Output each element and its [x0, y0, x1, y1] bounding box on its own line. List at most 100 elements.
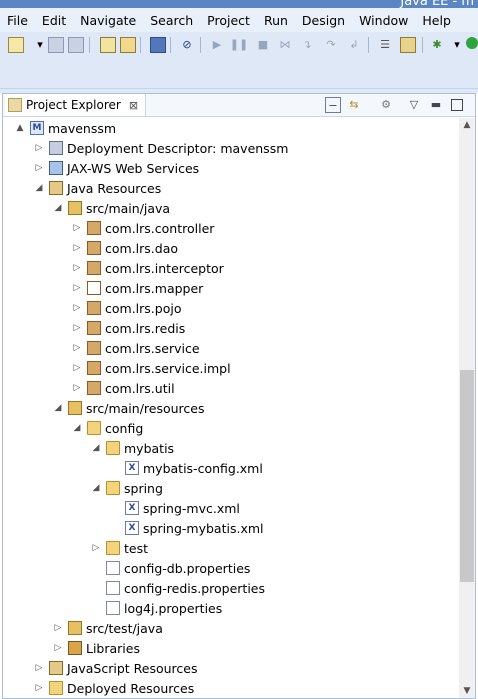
- terminate-icon[interactable]: ■: [256, 37, 270, 51]
- tree-item[interactable]: ▲ Mmavenssm: [15, 118, 117, 138]
- step-return-icon[interactable]: ↲: [347, 37, 361, 51]
- expand-toggle-icon[interactable]: ▷: [72, 223, 82, 233]
- expand-toggle-icon[interactable]: ▷: [53, 623, 63, 633]
- tree-item[interactable]: config-db.properties: [91, 558, 250, 578]
- expand-toggle-icon[interactable]: ▷: [72, 243, 82, 253]
- tree-item[interactable]: ▷ com.lrs.dao: [72, 238, 178, 258]
- tree-item[interactable]: ◢ Java Resources: [34, 178, 162, 198]
- tree-item[interactable]: Xspring-mybatis.xml: [110, 518, 264, 538]
- tree-item[interactable]: ◢ src/main/resources: [53, 398, 205, 418]
- expand-toggle-icon[interactable]: ▷: [34, 163, 44, 173]
- tree-item[interactable]: ▷ com.lrs.redis: [72, 318, 186, 338]
- tree-item[interactable]: log4j.properties: [91, 598, 222, 618]
- open-type-icon[interactable]: [120, 37, 136, 53]
- tree-item[interactable]: ▷ JAX-WS Web Services: [34, 158, 200, 178]
- menu-design[interactable]: Design: [295, 13, 352, 28]
- expand-toggle-icon[interactable]: ▷: [53, 643, 63, 653]
- expand-toggle-icon[interactable]: ▷: [72, 363, 82, 373]
- resume-icon[interactable]: ▶: [210, 37, 224, 51]
- xml-file-icon: X: [125, 521, 139, 535]
- tree-item[interactable]: ◢ config: [72, 418, 144, 438]
- menu-help[interactable]: Help: [415, 13, 458, 28]
- tab-project-explorer[interactable]: Project Explorer ⊠: [5, 94, 146, 116]
- expand-toggle-icon[interactable]: ◢: [91, 443, 101, 453]
- vertical-scrollbar[interactable]: ▲ ▼: [459, 118, 475, 698]
- menu-window[interactable]: Window: [352, 13, 415, 28]
- expand-toggle-icon[interactable]: ▷: [72, 263, 82, 273]
- save-icon[interactable]: [48, 37, 64, 53]
- expand-toggle-icon[interactable]: ▷: [34, 663, 44, 673]
- scrollbar-thumb[interactable]: [460, 370, 474, 582]
- menu-navigate[interactable]: Navigate: [73, 13, 143, 28]
- tree-item[interactable]: ◢ spring: [91, 478, 163, 498]
- minimize-icon[interactable]: ▬: [429, 97, 443, 111]
- tree-item[interactable]: ▷ com.lrs.mapper: [72, 278, 204, 298]
- expand-toggle-icon[interactable]: ▷: [34, 683, 44, 693]
- expand-toggle-icon[interactable]: ▷: [34, 143, 44, 153]
- menu-project[interactable]: Project: [200, 13, 257, 28]
- console-icon[interactable]: [150, 37, 166, 53]
- tree-item[interactable]: ▷ Libraries: [53, 638, 140, 658]
- menu-file[interactable]: File: [0, 13, 35, 28]
- project-explorer-panel: Project Explorer ⊠ − ⇆ ⚙ ▽ ▬ ▲ Mmavenssm ▷…: [2, 93, 476, 699]
- external-tools-icon[interactable]: [400, 37, 416, 53]
- new-icon[interactable]: [8, 37, 24, 53]
- tree-item[interactable]: ▷ Deployed Resources: [34, 678, 195, 698]
- tree-item[interactable]: ▷ com.lrs.controller: [72, 218, 215, 238]
- menu-run[interactable]: Run: [257, 13, 295, 28]
- tree-item[interactable]: ▷ src/test/java: [53, 618, 163, 638]
- filter-icon[interactable]: ⚙: [379, 97, 393, 111]
- tree-item[interactable]: ▷ com.lrs.service: [72, 338, 200, 358]
- expand-toggle-icon[interactable]: ▷: [72, 383, 82, 393]
- tree-item[interactable]: ▷ com.lrs.interceptor: [72, 258, 224, 278]
- dropdown-arrow-icon[interactable]: ▾: [450, 37, 464, 51]
- tree-item-label: spring: [124, 480, 163, 496]
- use-step-filters-icon[interactable]: ☰: [378, 37, 392, 51]
- tree-item-label: JAX-WS Web Services: [67, 160, 200, 176]
- close-icon[interactable]: ⊠: [129, 99, 138, 112]
- expand-toggle-icon[interactable]: ◢: [53, 203, 63, 213]
- expand-toggle-icon[interactable]: ◢: [91, 483, 101, 493]
- tree-item[interactable]: Xmybatis-config.xml: [110, 458, 263, 478]
- run-icon[interactable]: [466, 37, 478, 49]
- build-icon[interactable]: [100, 37, 116, 53]
- tree-item[interactable]: ▷ com.lrs.util: [72, 378, 175, 398]
- menu-edit[interactable]: Edit: [35, 13, 73, 28]
- expand-toggle-icon[interactable]: ▷: [72, 323, 82, 333]
- tree-item[interactable]: ▷ JavaScript Resources: [34, 658, 198, 678]
- tree-item[interactable]: ◢ mybatis: [91, 438, 175, 458]
- tree-item[interactable]: ▷ Deployment Descriptor: mavenssm: [34, 138, 289, 158]
- expand-toggle-icon[interactable]: ▷: [72, 283, 82, 293]
- save-all-icon[interactable]: [68, 37, 84, 53]
- tree-item[interactable]: Xspring-mvc.xml: [110, 498, 240, 518]
- properties-file-icon: [106, 581, 120, 595]
- tree-item[interactable]: ▷ com.lrs.service.impl: [72, 358, 231, 378]
- expand-toggle-icon[interactable]: ▷: [91, 543, 101, 553]
- toolbar-separator: [200, 37, 201, 53]
- expand-toggle-icon[interactable]: ◢: [53, 403, 63, 413]
- dropdown-arrow-icon[interactable]: ▾: [33, 37, 47, 51]
- expand-toggle-icon[interactable]: ▷: [72, 303, 82, 313]
- expand-toggle-icon[interactable]: ▲: [15, 123, 25, 133]
- collapse-all-icon[interactable]: −: [325, 97, 341, 113]
- tree-item[interactable]: ▷ com.lrs.pojo: [72, 298, 182, 318]
- tree-item[interactable]: ▷ test: [91, 538, 148, 558]
- disconnect-icon[interactable]: ⋈: [278, 37, 292, 51]
- expand-toggle-icon[interactable]: ◢: [72, 423, 82, 433]
- scroll-down-icon[interactable]: ▼: [459, 684, 475, 698]
- expand-toggle-icon[interactable]: ▷: [72, 343, 82, 353]
- step-into-icon[interactable]: ↴: [300, 37, 314, 51]
- scroll-up-icon[interactable]: ▲: [459, 118, 475, 132]
- skip-breakpoints-icon[interactable]: ⊘: [180, 37, 194, 51]
- tree-item[interactable]: config-redis.properties: [91, 578, 265, 598]
- expand-toggle-icon[interactable]: ◢: [34, 183, 44, 193]
- debug-icon[interactable]: ✱: [430, 37, 444, 51]
- tree-item[interactable]: ◢ src/main/java: [53, 198, 171, 218]
- view-menu-icon[interactable]: ▽: [407, 97, 421, 111]
- tree-item-label: src/test/java: [86, 620, 163, 636]
- suspend-icon[interactable]: ❚❚: [230, 37, 248, 51]
- step-over-icon[interactable]: ↷: [324, 37, 338, 51]
- maximize-icon[interactable]: [451, 99, 463, 111]
- menu-search[interactable]: Search: [143, 13, 200, 28]
- link-with-editor-icon[interactable]: ⇆: [347, 97, 361, 111]
